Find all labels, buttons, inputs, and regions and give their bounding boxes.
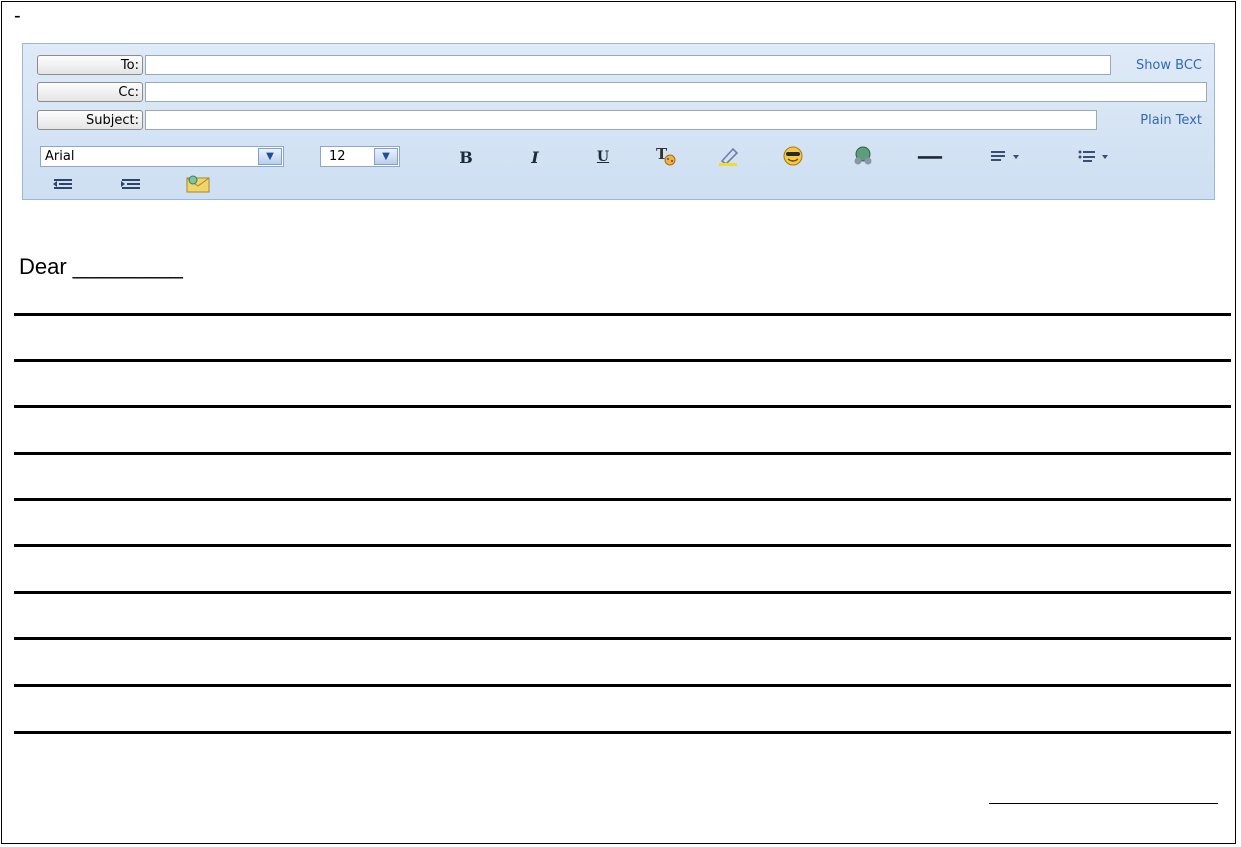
highlight-icon[interactable]: [716, 144, 742, 168]
letter-greeting: Dear _________: [19, 254, 183, 279]
bold-icon[interactable]: B: [453, 145, 479, 169]
to-field[interactable]: [145, 55, 1111, 75]
writing-line: [14, 731, 1231, 734]
writing-line: [14, 452, 1231, 455]
writing-line: [14, 359, 1231, 362]
indent-icon[interactable]: [118, 172, 144, 196]
insert-image-icon[interactable]: [850, 144, 876, 168]
chevron-down-icon[interactable]: ▼: [374, 148, 398, 165]
list-icon[interactable]: [1077, 145, 1117, 169]
writing-line: [14, 498, 1231, 501]
size-select-value: 12: [329, 149, 346, 164]
subject-button[interactable]: Subject:: [37, 110, 143, 130]
font-select-value: Arial: [45, 149, 75, 164]
writing-line: [14, 313, 1231, 316]
writing-line: [14, 684, 1231, 687]
outdent-icon[interactable]: [50, 172, 76, 196]
plain-text-link[interactable]: Plain Text: [1140, 113, 1202, 128]
writing-line: [14, 544, 1231, 547]
underline-icon[interactable]: U: [590, 145, 616, 169]
signature-line: [989, 803, 1218, 804]
writing-line: [14, 637, 1231, 640]
show-bcc-link[interactable]: Show BCC: [1136, 58, 1202, 73]
text-color-icon[interactable]: T: [653, 144, 679, 168]
subject-field[interactable]: [145, 110, 1097, 130]
dash-mark: -: [14, 5, 21, 27]
horizontal-rule-icon[interactable]: [917, 145, 943, 169]
email-composer: To: Show BCC Cc: Subject: Plain Text Ari…: [22, 43, 1215, 200]
size-select[interactable]: 12 ▼: [320, 146, 400, 167]
writing-line: [14, 591, 1231, 594]
to-button[interactable]: To:: [37, 55, 143, 75]
writing-line: [14, 405, 1231, 408]
align-icon[interactable]: [989, 145, 1029, 169]
cc-button[interactable]: Cc:: [37, 82, 143, 102]
cc-field[interactable]: [145, 82, 1207, 102]
stationery-icon[interactable]: [183, 171, 215, 195]
emoticon-icon[interactable]: [780, 144, 806, 168]
chevron-down-icon[interactable]: ▼: [258, 148, 282, 165]
italic-icon[interactable]: I: [522, 145, 548, 169]
font-select[interactable]: Arial ▼: [40, 146, 284, 167]
